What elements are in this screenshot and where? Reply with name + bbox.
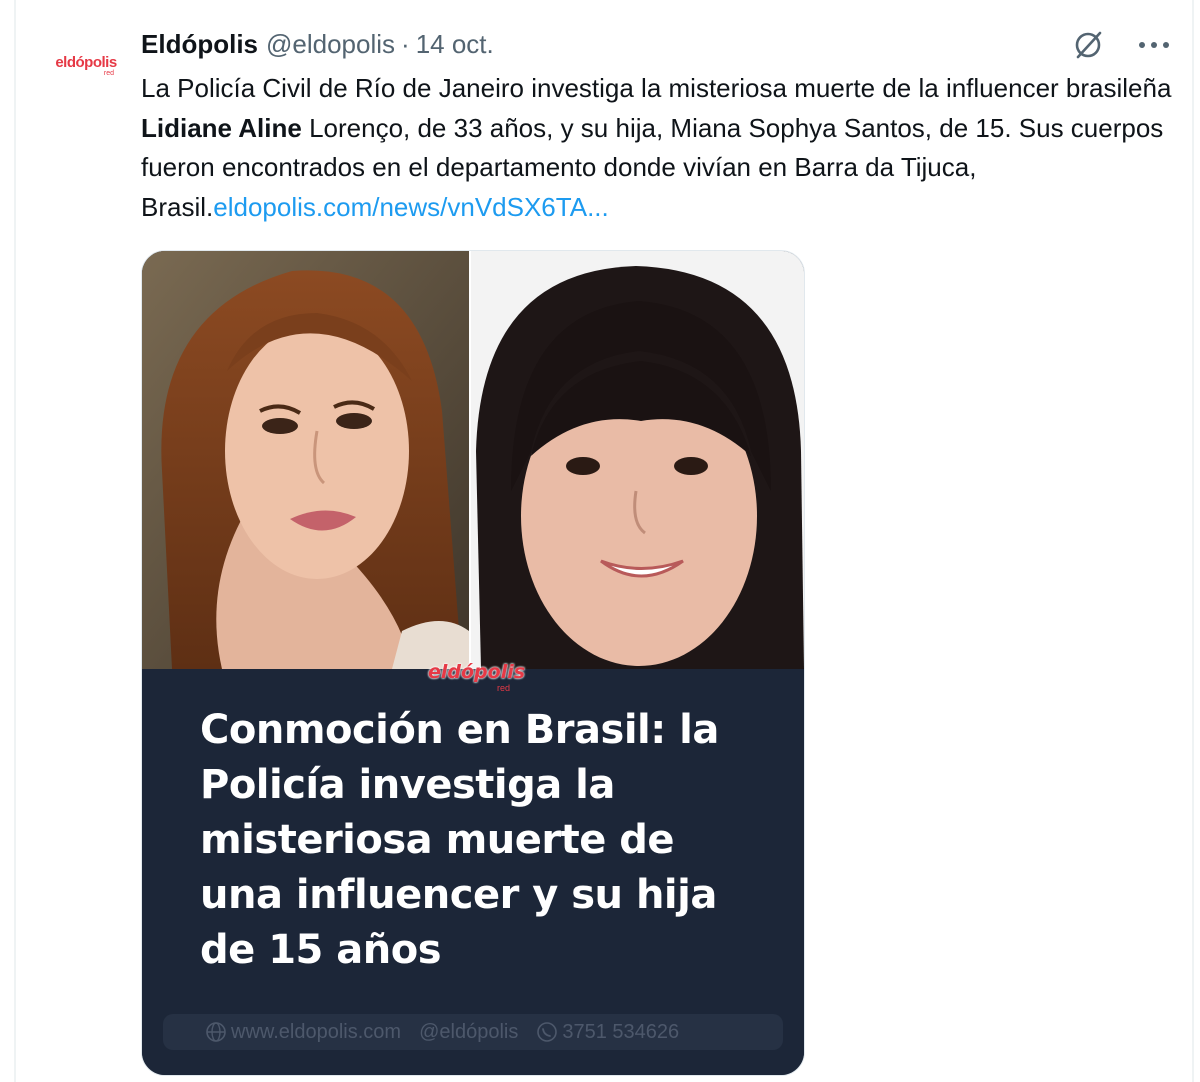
card-footer-phone: 3751 534626 — [536, 1021, 679, 1044]
tweet-link[interactable]: eldopolis.com/news/vnVdSX6TA... — [213, 192, 608, 222]
tweet-frame: eldópolis red Eldópolis @eldopolis · 14 … — [0, 0, 1200, 1082]
photo-woman — [142, 251, 469, 669]
avatar[interactable]: eldópolis red — [48, 38, 124, 94]
author-name[interactable]: Eldópolis — [141, 29, 258, 60]
card-brand-logo: eldópolis red — [428, 661, 526, 695]
timeline-right-border — [1192, 0, 1194, 1082]
tweet-text-part1: La Policía Civil de Río de Janeiro inves… — [141, 73, 1172, 103]
card-footer-social-text: @eldópolis — [419, 1020, 519, 1043]
tweet-text: La Policía Civil de Río de Janeiro inves… — [141, 69, 1181, 227]
card-footer: www.eldopolis.com @eldópolis 3751 534626 — [163, 1014, 783, 1050]
tweet-actions — [1068, 28, 1174, 62]
photo-girl — [471, 251, 804, 669]
tweet-text-bold-name: Lidiane Aline — [141, 112, 302, 143]
tweet-date[interactable]: 14 oct. — [416, 29, 494, 60]
header-separator: · — [401, 28, 410, 59]
author-handle[interactable]: @eldopolis — [266, 29, 395, 60]
more-icon[interactable] — [1134, 28, 1174, 62]
card-footer-social: @eldópolis — [419, 1021, 518, 1044]
card-headline: Conmoción en Brasil: la Policía investig… — [200, 707, 719, 973]
timeline-left-border — [14, 0, 16, 1082]
media-card[interactable]: eldópolis red Conmoción en Brasil: la Po… — [141, 250, 805, 1076]
globe-icon — [206, 1022, 226, 1042]
avatar-brand: eldópolis — [55, 54, 117, 71]
card-brand-name: eldópolis — [428, 661, 526, 683]
card-footer-website: www.eldopolis.com — [205, 1021, 401, 1044]
whatsapp-icon — [537, 1022, 558, 1042]
grok-icon[interactable] — [1068, 28, 1108, 62]
tweet-header: Eldópolis @eldopolis · 14 oct. — [141, 28, 494, 60]
avatar-brand-sub: red — [103, 70, 114, 77]
card-footer-website-text: www.eldopolis.com — [231, 1020, 402, 1043]
card-brand-sub: red — [496, 683, 510, 693]
card-footer-phone-text: 3751 534626 — [562, 1020, 680, 1043]
